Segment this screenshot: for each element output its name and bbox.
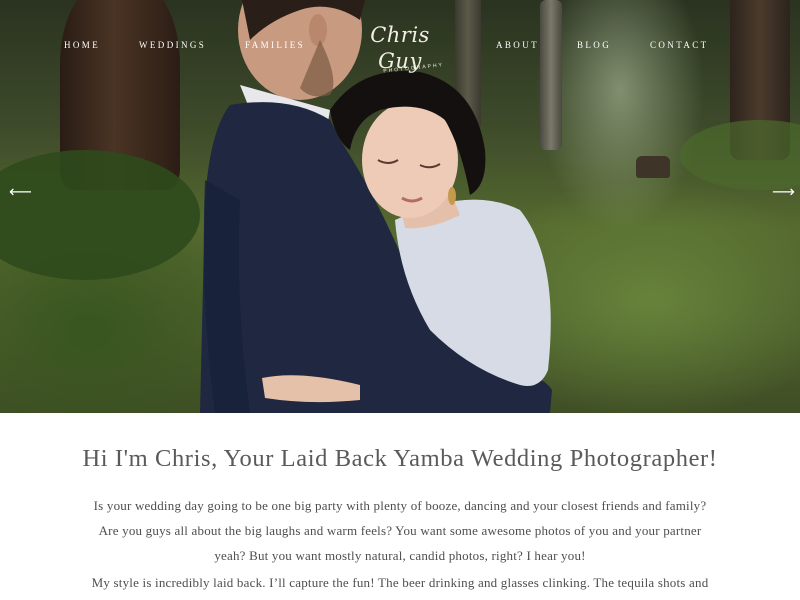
hero-slider: HOME WEDDINGS FAMILIES Chris Guy PHOTOGR…	[0, 0, 800, 413]
nav-contact-link[interactable]: CONTACT	[650, 40, 709, 50]
intro-headline: Hi I'm Chris, Your Laid Back Yamba Weddi…	[82, 445, 718, 472]
intro-section: Hi I'm Chris, Your Laid Back Yamba Weddi…	[0, 413, 800, 600]
main-navigation: HOME WEDDINGS FAMILIES Chris Guy PHOTOGR…	[0, 0, 800, 90]
nav-about-link[interactable]: ABOUT	[496, 40, 539, 50]
slider-next-arrow-icon[interactable]: ⟶	[772, 184, 795, 200]
intro-paragraph-2: My style is incredibly laid back. I’ll c…	[91, 575, 709, 590]
nav-families-link[interactable]: FAMILIES	[245, 40, 305, 50]
intro-paragraph-1: Is your wedding day going to be one big …	[93, 498, 707, 563]
nav-weddings-link[interactable]: WEDDINGS	[139, 40, 206, 50]
slider-prev-arrow-icon[interactable]: ⟵	[9, 184, 32, 200]
site-logo[interactable]: Chris Guy PHOTOGRAPHY	[350, 22, 450, 74]
nav-home-link[interactable]: HOME	[64, 40, 100, 50]
nav-blog-link[interactable]: BLOG	[577, 40, 611, 50]
